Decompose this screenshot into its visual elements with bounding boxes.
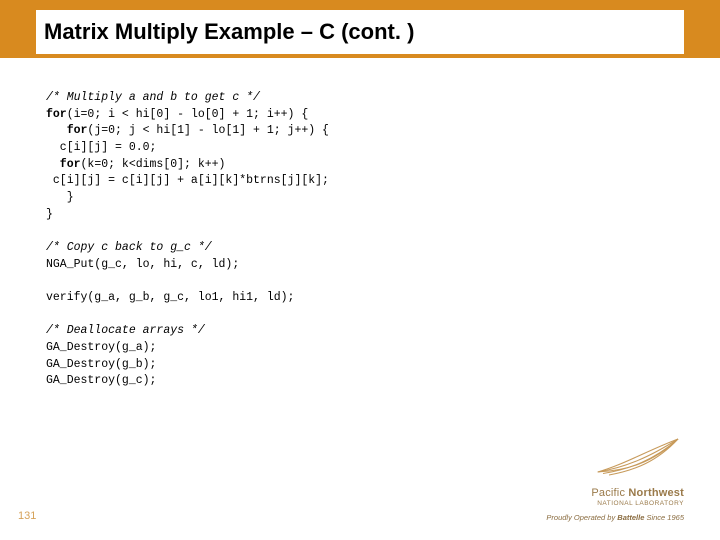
code-line: } [46, 191, 74, 204]
title-block: Matrix Multiply Example – C (cont. ) [36, 10, 684, 54]
code-line: GA_Destroy(g_c); [46, 374, 156, 387]
lab-name: Pacific Northwest [546, 487, 684, 499]
code-block: /* Multiply a and b to get c */ for(i=0;… [46, 90, 660, 390]
code-line: } [46, 208, 53, 221]
code-keyword: for [46, 108, 67, 121]
code-line: GA_Destroy(g_b); [46, 358, 156, 371]
code-line: (i=0; i < hi[0] - lo[0] + 1; i++) { [67, 108, 309, 121]
tagline-brand: Battelle [617, 513, 644, 522]
slide-title: Matrix Multiply Example – C (cont. ) [44, 19, 414, 45]
code-line: verify(g_a, g_b, g_c, lo1, hi1, ld); [46, 291, 294, 304]
code-comment: /* Deallocate arrays */ [46, 324, 205, 337]
code-keyword: for [46, 158, 81, 171]
swoosh-icon [594, 436, 684, 478]
code-line: c[i][j] = c[i][j] + a[i][k]*btrns[j][k]; [46, 174, 329, 187]
code-line: NGA_Put(g_c, lo, hi, c, ld); [46, 258, 239, 271]
code-keyword: for [46, 124, 87, 137]
code-line: (j=0; j < hi[1] - lo[1] + 1; j++) { [87, 124, 329, 137]
tagline: Proudly Operated by Battelle Since 1965 [546, 513, 684, 522]
tagline-suffix: Since 1965 [644, 513, 684, 522]
brand-first: Pacific [591, 487, 628, 499]
code-line: c[i][j] = 0.0; [46, 141, 156, 154]
page-number: 131 [18, 510, 36, 522]
lab-subtitle: NATIONAL LABORATORY [546, 500, 684, 507]
brand-second: Northwest [628, 487, 684, 499]
footer-logo: Pacific Northwest NATIONAL LABORATORY Pr… [546, 436, 684, 522]
tagline-prefix: Proudly Operated by [546, 513, 617, 522]
code-line: GA_Destroy(g_a); [46, 341, 156, 354]
code-line: (k=0; k<dims[0]; k++) [81, 158, 226, 171]
code-comment: /* Multiply a and b to get c */ [46, 91, 260, 104]
code-comment: /* Copy c back to g_c */ [46, 241, 212, 254]
